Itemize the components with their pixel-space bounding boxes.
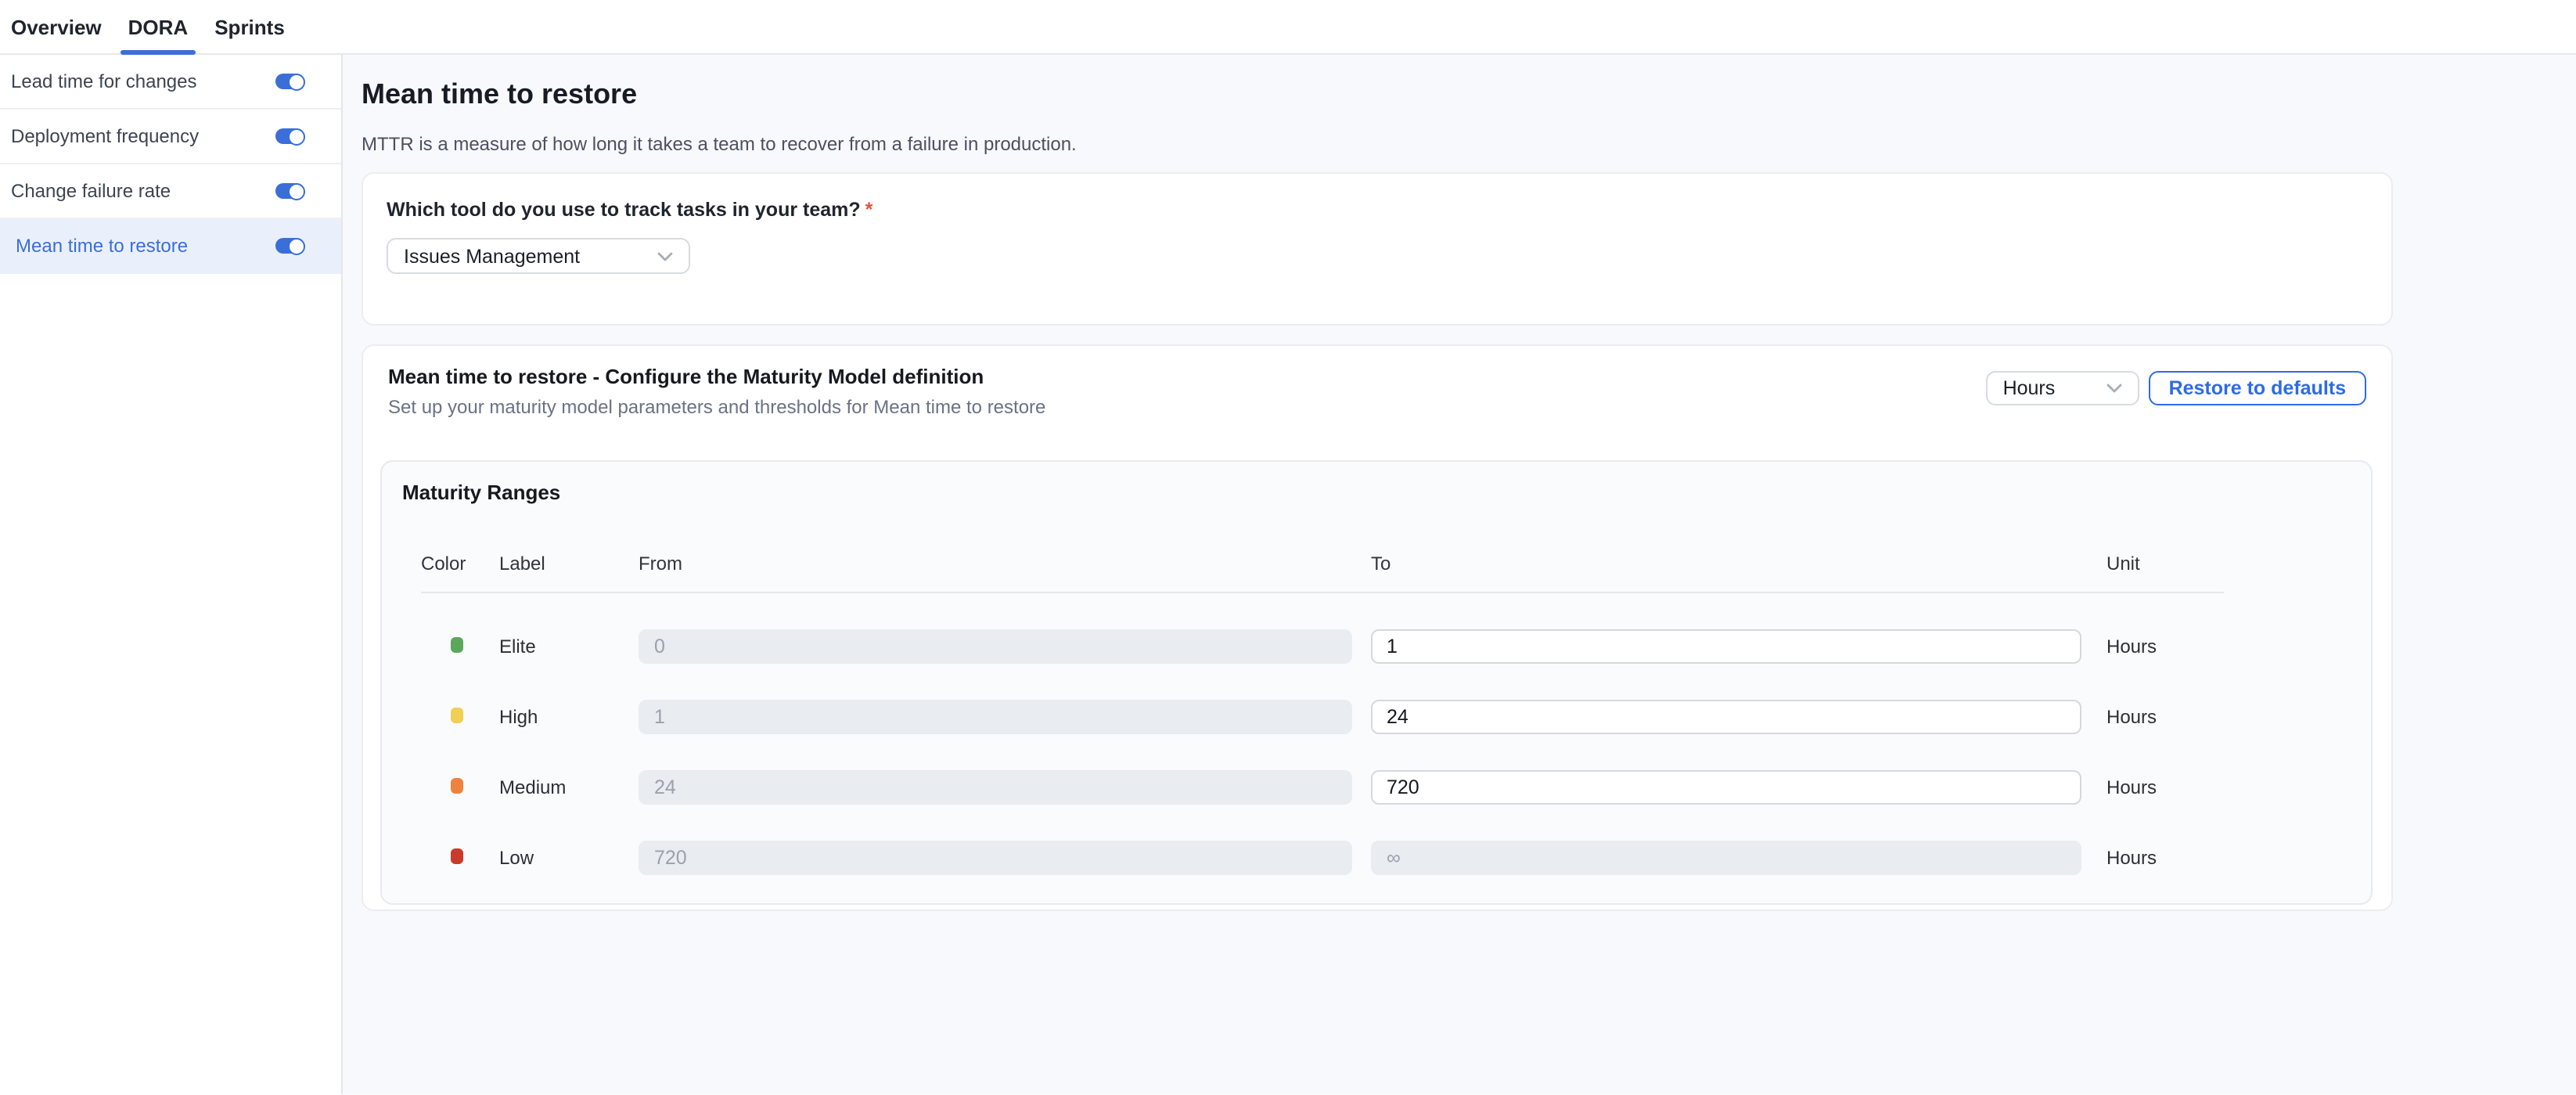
low-from-input xyxy=(639,841,1352,875)
app-root: Overview DORA Sprints Lead time for chan… xyxy=(0,0,2576,1095)
elite-to-input[interactable] xyxy=(1371,629,2081,664)
unit-select[interactable]: Hours xyxy=(1986,371,2139,405)
tab-sprints-label: Sprints xyxy=(214,15,285,38)
active-tab-indicator xyxy=(121,50,196,55)
sidebar-item-lead-time-for-changes[interactable]: Lead time for changes xyxy=(0,55,341,110)
maturity-card-subtitle: Set up your maturity model parameters an… xyxy=(388,396,1986,418)
unit-value: Hours xyxy=(2106,776,2224,798)
range-label: High xyxy=(499,706,639,728)
sidebar-item-change-failure-rate[interactable]: Change failure rate xyxy=(0,164,341,219)
unit-value: Hours xyxy=(2106,847,2224,869)
column-header-to: To xyxy=(1371,553,2081,575)
tool-question-text: Which tool do you use to track tasks in … xyxy=(387,199,861,221)
table-header-divider xyxy=(421,592,2224,593)
chevron-down-icon xyxy=(2106,384,2122,393)
tool-question-label: Which tool do you use to track tasks in … xyxy=(387,199,2368,221)
elite-from-input xyxy=(639,629,1352,664)
high-color-swatch xyxy=(451,708,463,723)
low-color-swatch xyxy=(451,848,463,864)
elite-color-swatch xyxy=(451,637,463,653)
maturity-card-title: Mean time to restore - Configure the Mat… xyxy=(388,365,1986,388)
sidebar-item-label: Mean time to restore xyxy=(16,235,275,257)
medium-to-input[interactable] xyxy=(1371,770,2081,805)
table-row-low: Low Hours xyxy=(421,841,2224,875)
maturity-model-card: Mean time to restore - Configure the Mat… xyxy=(362,344,2393,911)
column-header-unit: Unit xyxy=(2106,553,2224,575)
mean-time-to-restore-toggle[interactable] xyxy=(275,238,304,254)
change-failure-rate-toggle[interactable] xyxy=(275,183,304,199)
medium-color-swatch xyxy=(451,778,463,794)
restore-to-defaults-button[interactable]: Restore to defaults xyxy=(2149,371,2366,405)
sidebar-item-label: Lead time for changes xyxy=(11,70,275,92)
column-header-label: Label xyxy=(499,553,639,575)
low-to-input xyxy=(1371,841,2081,875)
high-from-input xyxy=(639,700,1352,734)
maturity-ranges-card: Maturity Ranges Color Label From To Unit xyxy=(380,460,2373,905)
tab-sprints[interactable]: Sprints xyxy=(203,0,296,53)
range-label: Low xyxy=(499,847,639,869)
column-header-color: Color xyxy=(421,553,499,575)
tab-dora-label: DORA xyxy=(128,15,189,38)
toggle-knob xyxy=(287,237,304,254)
sidebar-item-label: Change failure rate xyxy=(11,180,275,202)
toggle-knob xyxy=(287,128,304,145)
required-mark: * xyxy=(865,199,873,221)
page-title: Mean time to restore xyxy=(362,78,2576,111)
medium-from-input xyxy=(639,770,1352,805)
toggle-knob xyxy=(287,182,304,200)
lead-time-toggle[interactable] xyxy=(275,74,304,89)
tool-select-value: Issues Management xyxy=(404,245,657,267)
deployment-frequency-toggle[interactable] xyxy=(275,128,304,144)
maturity-ranges-title: Maturity Ranges xyxy=(402,481,2371,504)
toggle-knob xyxy=(287,73,304,90)
page-description: MTTR is a measure of how long it takes a… xyxy=(362,133,2576,155)
sidebar-item-label: Deployment frequency xyxy=(11,125,275,147)
metrics-sidebar: Lead time for changes Deployment frequen… xyxy=(0,55,343,1094)
unit-select-value: Hours xyxy=(2003,377,2106,399)
maturity-ranges-table: Color Label From To Unit Elite xyxy=(421,553,2224,875)
sidebar-item-deployment-frequency[interactable]: Deployment frequency xyxy=(0,110,341,164)
unit-value: Hours xyxy=(2106,636,2224,657)
main-content: Mean time to restore MTTR is a measure o… xyxy=(343,55,2576,1094)
tool-select[interactable]: Issues Management xyxy=(387,238,690,274)
range-label: Elite xyxy=(499,636,639,657)
high-to-input[interactable] xyxy=(1371,700,2081,734)
table-row-elite: Elite Hours xyxy=(421,629,2224,664)
table-row-high: High Hours xyxy=(421,700,2224,734)
table-row-medium: Medium Hours xyxy=(421,770,2224,805)
tab-overview-label: Overview xyxy=(11,15,102,38)
range-label: Medium xyxy=(499,776,639,798)
sidebar-item-mean-time-to-restore[interactable]: Mean time to restore xyxy=(0,219,341,274)
top-tab-bar: Overview DORA Sprints xyxy=(0,0,2576,55)
chevron-down-icon xyxy=(657,251,673,261)
tab-overview[interactable]: Overview xyxy=(0,0,113,53)
tool-selection-card: Which tool do you use to track tasks in … xyxy=(362,172,2393,326)
unit-value: Hours xyxy=(2106,706,2224,728)
column-header-from: From xyxy=(639,553,1352,575)
tab-dora[interactable]: DORA xyxy=(117,0,200,53)
table-header-row: Color Label From To Unit xyxy=(421,553,2224,575)
